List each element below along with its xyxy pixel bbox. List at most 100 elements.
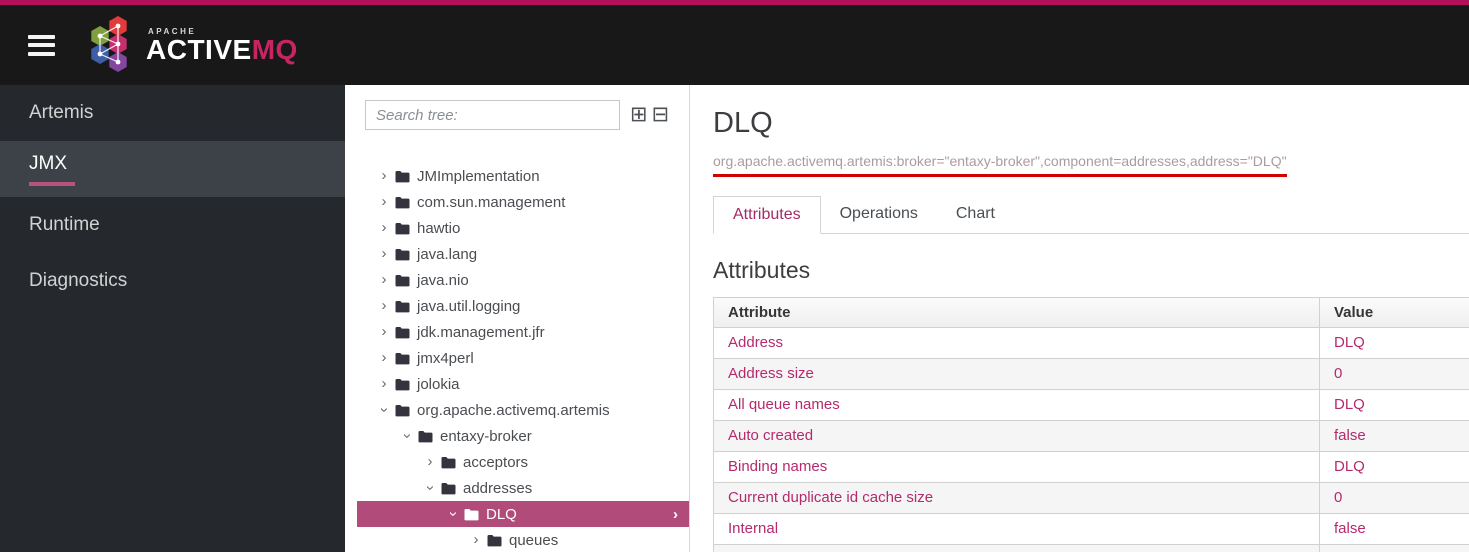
table-row[interactable]: Current duplicate id cache size 0 — [713, 483, 1469, 514]
tree-node-java.util.logging[interactable]: › java.util.logging — [357, 293, 689, 319]
chevron-right-icon[interactable]: › — [378, 324, 390, 339]
attribute-value-cell: DLQ — [1319, 390, 1469, 420]
table-row[interactable]: Address DLQ — [713, 328, 1469, 359]
chevron-down-icon[interactable]: › — [376, 404, 393, 416]
app-body: Artemis JMX Runtime Diagnostics ⊞ ⊟ › JMImpl… — [0, 85, 1469, 552]
folder-icon — [395, 352, 410, 364]
tree-node-label: java.lang — [417, 245, 478, 263]
tree-node-java.nio[interactable]: › java.nio — [357, 267, 689, 293]
hamburger-menu-icon[interactable] — [28, 30, 55, 60]
tree-node-org.apache.activemq.artemis[interactable]: › org.apache.activemq.artemis — [357, 397, 689, 423]
tab-bar: Attributes Operations Chart — [713, 196, 1469, 234]
table-row[interactable]: Address size 0 — [713, 359, 1469, 390]
tree: › JMImplementation › com.sun.management › haw… — [357, 163, 689, 552]
attribute-name-cell[interactable]: Address size — [714, 359, 1319, 389]
chevron-right-icon[interactable]: › — [378, 246, 390, 261]
tree-node-java.lang[interactable]: › java.lang — [357, 241, 689, 267]
tree-node-label: jdk.management.jfr — [417, 323, 545, 341]
attribute-name-cell[interactable]: Auto created — [714, 421, 1319, 451]
folder-icon — [487, 534, 502, 546]
chevron-right-icon[interactable]: › — [470, 532, 482, 547]
tree-node-jmx4perl[interactable]: › jmx4perl — [357, 345, 689, 371]
collapse-all-icon[interactable]: ⊟ — [652, 104, 670, 125]
table-body: Address DLQ Address size 0 All queue names DL… — [713, 328, 1469, 552]
sidebar-item-label: JMX — [29, 152, 67, 174]
tree-node-label: addresses — [463, 479, 533, 497]
folder-icon — [395, 222, 410, 234]
tree-node-entaxy-broker[interactable]: › entaxy-broker — [357, 423, 689, 449]
folder-icon — [395, 170, 410, 182]
tree-node-hawtio[interactable]: › hawtio — [357, 215, 689, 241]
sidebar: Artemis JMX Runtime Diagnostics — [0, 85, 345, 552]
tree-node-label: com.sun.management — [417, 193, 566, 211]
folder-icon — [395, 196, 410, 208]
sidebar-item-jmx[interactable]: JMX — [0, 141, 345, 197]
tree-node-label: java.util.logging — [417, 297, 521, 315]
attribute-value-cell: false — [1319, 514, 1469, 544]
tab-chart[interactable]: Chart — [937, 196, 1014, 233]
table-header-row: Attribute Value — [713, 297, 1469, 328]
topbar: APACHE ACTIVEMQ — [0, 0, 1469, 85]
expand-all-icon[interactable]: ⊞ — [630, 104, 648, 125]
tree-node-label: jmx4perl — [417, 349, 474, 367]
table-row[interactable]: Binding names DLQ — [713, 452, 1469, 483]
folder-icon — [395, 326, 410, 338]
attribute-value-cell: DLQ — [1319, 328, 1469, 358]
tree-node-jdk.management.jfr[interactable]: › jdk.management.jfr — [357, 319, 689, 345]
sidebar-item-runtime[interactable]: Runtime — [0, 197, 345, 253]
folder-icon — [418, 430, 433, 442]
tab-operations[interactable]: Operations — [821, 196, 937, 233]
page-title: DLQ — [713, 107, 773, 139]
tab-attributes[interactable]: Attributes — [713, 196, 821, 234]
tree-node-label: org.apache.activemq.artemis — [417, 401, 610, 419]
table-row[interactable]: Message count0 — [713, 545, 1469, 552]
tree-search-row: ⊞ ⊟ — [365, 100, 689, 130]
chevron-right-icon[interactable]: › — [378, 220, 390, 235]
activemq-logo: APACHE ACTIVEMQ — [87, 14, 298, 76]
chevron-down-icon[interactable]: › — [422, 482, 439, 494]
attribute-name-cell[interactable]: Internal — [714, 514, 1319, 544]
tree-node-label: queues — [509, 531, 559, 549]
mbean-object-name: org.apache.activemq.artemis:broker="enta… — [713, 153, 1287, 177]
tree-node-com.sun.management[interactable]: › com.sun.management — [357, 189, 689, 215]
tree-node-jolokia[interactable]: › jolokia — [357, 371, 689, 397]
tree-node-jmimplementation[interactable]: › JMImplementation — [357, 163, 689, 189]
chevron-down-icon[interactable]: › — [399, 430, 416, 442]
chevron-right-icon[interactable]: › — [378, 298, 390, 313]
chevron-right-icon[interactable]: › — [378, 376, 390, 391]
sidebar-item-diagnostics[interactable]: Diagnostics — [0, 253, 345, 309]
table-row[interactable]: All queue names DLQ — [713, 390, 1469, 421]
attribute-value-cell: false — [1319, 421, 1469, 451]
tree-node-label: acceptors — [463, 453, 529, 471]
sidebar-item-label: Runtime — [29, 214, 100, 235]
attributes-table: Attribute Value Address DLQ Address size 0 A… — [713, 297, 1469, 552]
attribute-name-cell[interactable]: Message count — [714, 545, 1319, 552]
tree-node-label: java.nio — [417, 271, 469, 289]
folder-icon — [441, 482, 456, 494]
tree-node-acceptors[interactable]: › acceptors — [357, 449, 689, 475]
attribute-name-cell[interactable]: Current duplicate id cache size — [714, 483, 1319, 513]
attribute-name-cell[interactable]: All queue names — [714, 390, 1319, 420]
attribute-name-cell[interactable]: Binding names — [714, 452, 1319, 482]
chevron-down-icon[interactable]: › — [445, 508, 462, 520]
chevron-right-icon[interactable]: › — [378, 168, 390, 183]
activemq-hexagon-icon — [91, 16, 127, 72]
table-row[interactable]: Internal false — [713, 514, 1469, 545]
folder-icon — [395, 248, 410, 260]
search-input[interactable] — [365, 100, 620, 130]
tree-node-queues[interactable]: › queues — [357, 527, 689, 552]
tree-node-dlq[interactable]: › DLQ › — [357, 501, 689, 527]
folder-icon — [441, 456, 456, 468]
table-row[interactable]: Auto created false — [713, 421, 1469, 452]
selected-node-chevron-right-icon: › — [673, 505, 678, 523]
chevron-right-icon[interactable]: › — [378, 194, 390, 209]
column-header-value: Value — [1319, 298, 1469, 327]
attribute-name-cell[interactable]: Address — [714, 328, 1319, 358]
folder-icon — [464, 508, 479, 520]
tree-node-addresses[interactable]: › addresses — [357, 475, 689, 501]
tree-node-label: entaxy-broker — [440, 427, 532, 445]
chevron-right-icon[interactable]: › — [424, 454, 436, 469]
chevron-right-icon[interactable]: › — [378, 350, 390, 365]
sidebar-item-artemis[interactable]: Artemis — [0, 85, 345, 141]
chevron-right-icon[interactable]: › — [378, 272, 390, 287]
